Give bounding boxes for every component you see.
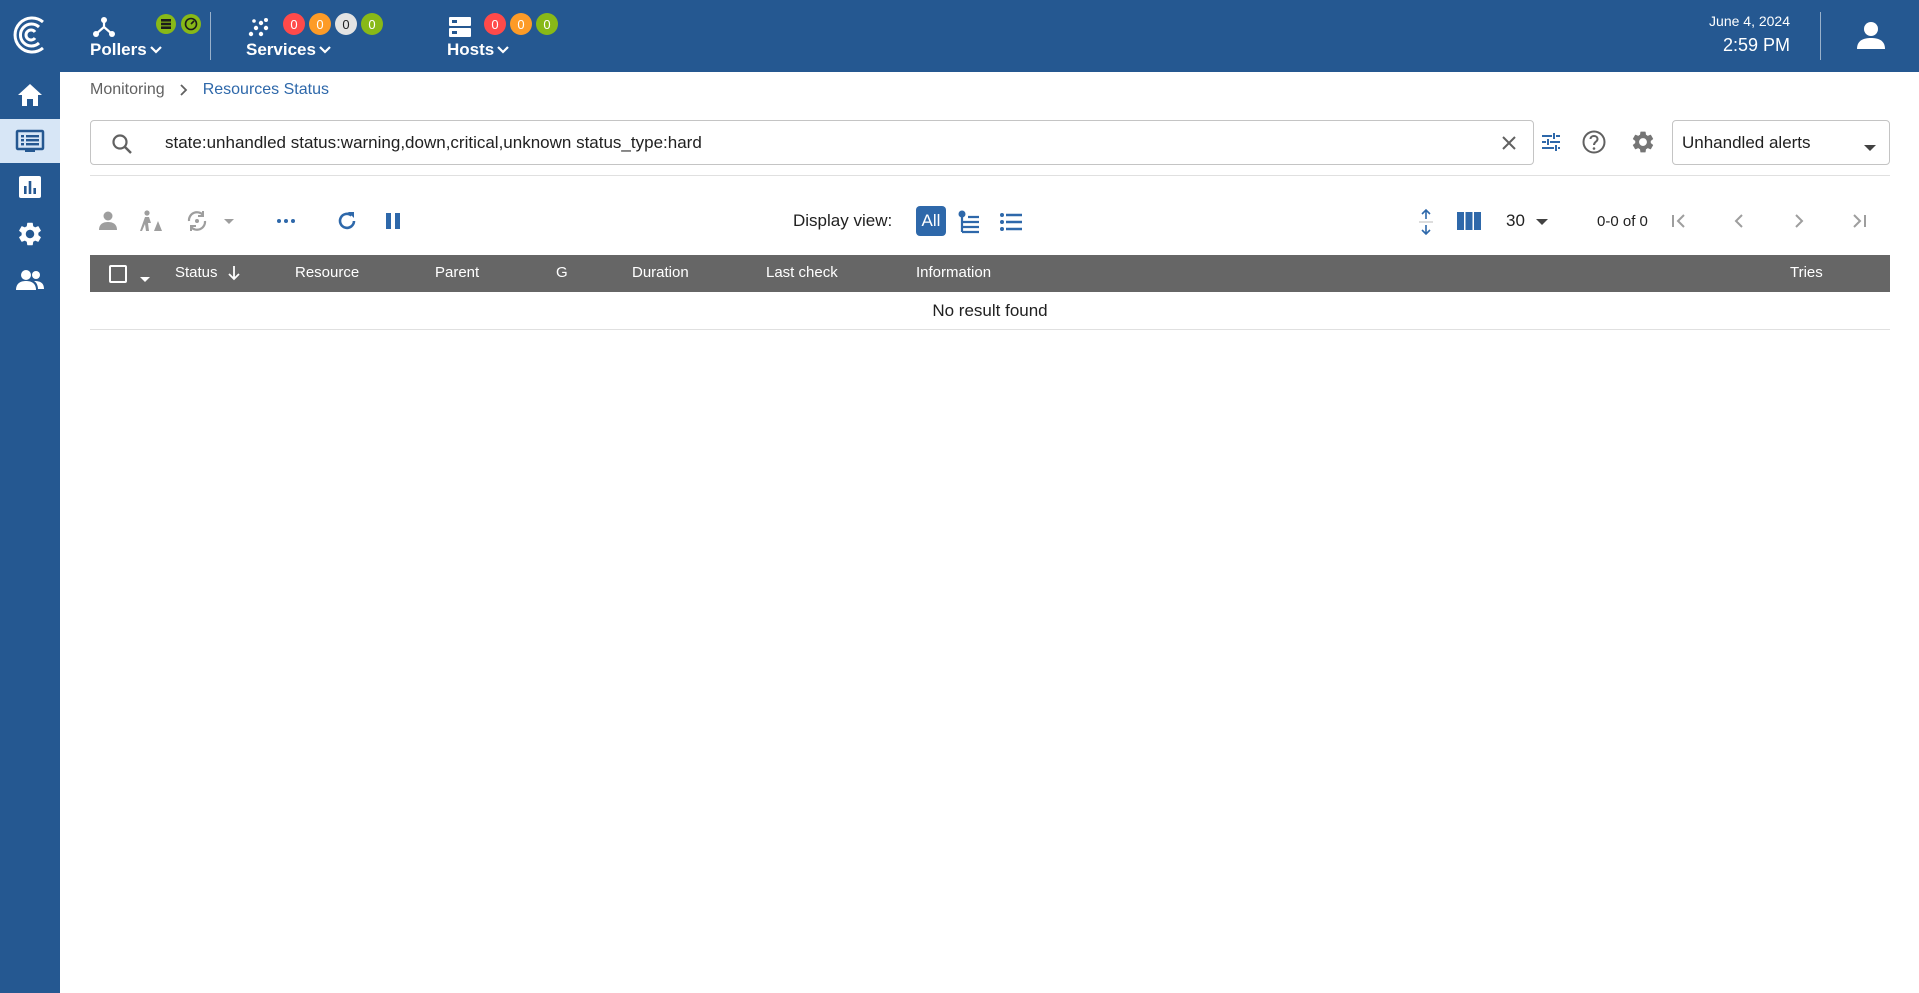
column-information[interactable]: Information	[916, 264, 991, 281]
select-all-checkbox[interactable]	[109, 265, 127, 283]
monitoring-icon[interactable]	[0, 119, 60, 163]
chevron-down-icon	[149, 46, 162, 54]
column-status[interactable]: Status	[175, 264, 218, 281]
column-parent[interactable]: Parent	[435, 264, 479, 281]
select-options-chevron-icon[interactable]	[139, 270, 151, 287]
display-view-label: Display view:	[793, 211, 893, 230]
next-page-icon[interactable]	[1786, 209, 1812, 233]
check-icon[interactable]	[184, 209, 212, 233]
current-date: June 4, 2024	[1709, 13, 1790, 29]
pause-icon[interactable]	[380, 208, 406, 234]
breadcrumb: Monitoring Resources Status	[90, 81, 329, 99]
sidebar	[0, 0, 60, 993]
services-warning-count[interactable]: 0	[309, 13, 331, 35]
hosts-up-count[interactable]: 0	[536, 13, 558, 35]
downtime-icon[interactable]	[139, 209, 165, 233]
header-divider	[1820, 12, 1821, 60]
services-ok-count[interactable]: 0	[361, 13, 383, 35]
latency-status-icon[interactable]	[181, 14, 201, 34]
check-options-chevron-icon[interactable]	[222, 215, 236, 227]
column-g[interactable]: G	[556, 264, 568, 281]
chevron-right-icon	[180, 84, 187, 96]
refresh-icon[interactable]	[334, 208, 360, 234]
view-list-icon[interactable]	[997, 208, 1025, 236]
database-status-icon[interactable]	[156, 14, 176, 34]
dropdown-arrow-icon	[1863, 139, 1877, 157]
services-menu[interactable]: 0 0 0 0 Services	[246, 0, 476, 72]
last-page-icon[interactable]	[1846, 209, 1872, 233]
first-page-icon[interactable]	[1666, 209, 1692, 233]
row-density-icon[interactable]	[1414, 207, 1438, 237]
acknowledge-icon[interactable]	[96, 209, 120, 233]
rows-per-page-chevron-icon[interactable]	[1534, 216, 1550, 228]
services-critical-count[interactable]: 0	[283, 13, 305, 35]
configuration-icon[interactable]	[0, 212, 60, 256]
home-icon[interactable]	[0, 73, 60, 117]
previous-page-icon[interactable]	[1726, 209, 1752, 233]
services-unknown-count[interactable]: 0	[335, 13, 357, 35]
column-tries[interactable]: Tries	[1790, 264, 1823, 281]
filter-settings-icon[interactable]	[1538, 129, 1564, 155]
breadcrumb-resources-status[interactable]: Resources Status	[203, 81, 329, 99]
clear-search-icon[interactable]	[1499, 133, 1519, 158]
hosts-label: Hosts	[447, 40, 495, 59]
empty-results-message: No result found	[90, 292, 1890, 330]
sort-descending-icon[interactable]	[226, 264, 242, 286]
table-header: Status Resource Parent G Duration Last c…	[90, 255, 1890, 292]
saved-filter-select[interactable]: Unhandled alerts	[1672, 120, 1890, 165]
gear-icon[interactable]	[1630, 129, 1656, 155]
top-header: Pollers 0 0 0 0 Services 0 0 0 Hosts Jun…	[60, 0, 1919, 72]
search-input[interactable]: state:unhandled status:warning,down,crit…	[165, 133, 702, 153]
services-label: Services	[246, 40, 316, 59]
header-divider	[210, 12, 211, 60]
hosts-down-count[interactable]: 0	[484, 13, 506, 35]
search-bar[interactable]: state:unhandled status:warning,down,crit…	[90, 120, 1534, 165]
hosts-unreachable-count[interactable]: 0	[510, 13, 532, 35]
hosts-menu[interactable]: 0 0 0 Hosts	[447, 0, 647, 72]
saved-filter-value: Unhandled alerts	[1682, 133, 1811, 152]
columns-icon[interactable]	[1455, 209, 1483, 233]
divider	[90, 175, 1890, 176]
user-profile-icon[interactable]	[1855, 19, 1887, 56]
reporting-icon[interactable]	[0, 165, 60, 209]
column-resource[interactable]: Resource	[295, 264, 359, 281]
users-icon[interactable]	[0, 258, 60, 302]
clock: June 4, 2024 2:59 PM	[1709, 13, 1790, 56]
help-icon[interactable]	[1581, 129, 1607, 155]
chevron-down-icon	[319, 46, 331, 54]
search-icon	[110, 132, 134, 161]
breadcrumb-monitoring[interactable]: Monitoring	[90, 81, 165, 99]
rows-per-page-select[interactable]: 30	[1506, 211, 1525, 231]
chevron-down-icon	[497, 46, 510, 54]
pagination-range: 0-0 of 0	[1597, 213, 1648, 230]
view-all-button[interactable]: All	[916, 206, 946, 236]
centreon-logo[interactable]	[9, 13, 51, 57]
view-tree-icon[interactable]	[956, 208, 984, 236]
pollers-menu[interactable]: Pollers	[88, 0, 201, 72]
column-last-check[interactable]: Last check	[766, 264, 838, 281]
column-duration[interactable]: Duration	[632, 264, 689, 281]
more-actions-icon[interactable]	[276, 211, 296, 231]
current-time: 2:59 PM	[1722, 35, 1790, 55]
pollers-label: Pollers	[90, 40, 147, 59]
